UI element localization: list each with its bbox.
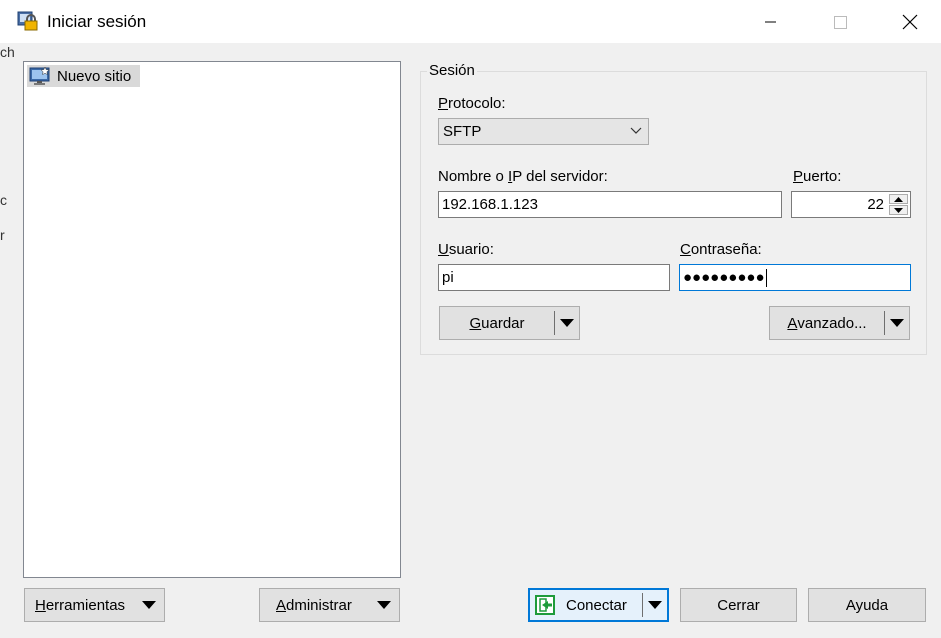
host-label-post: P del servidor: bbox=[512, 168, 608, 185]
close-label: Cerrar bbox=[717, 596, 760, 614]
host-label: Nombre o IP del servidor: bbox=[438, 168, 608, 185]
close-button[interactable]: Cerrar bbox=[680, 588, 797, 622]
login-dialog: Iniciar sesión ch c r Nuevo sitio Sesión bbox=[0, 0, 941, 638]
close-icon bbox=[902, 14, 918, 29]
user-label: Usuario: bbox=[438, 241, 494, 258]
protocol-label-post: rotocolo: bbox=[448, 95, 506, 112]
tools-label-post: erramientas bbox=[45, 596, 126, 614]
maximize-button[interactable] bbox=[817, 0, 863, 43]
host-input[interactable]: 192.168.1.123 bbox=[438, 191, 782, 218]
protocol-label: Protocolo: bbox=[438, 95, 506, 112]
password-label-accel: C bbox=[680, 241, 691, 258]
dropdown-arrow-icon bbox=[648, 601, 662, 609]
connect-icon bbox=[535, 595, 555, 615]
connect-button[interactable]: Conectar bbox=[530, 590, 642, 620]
session-group-title: Sesión bbox=[427, 62, 477, 79]
port-value: 22 bbox=[867, 196, 884, 213]
save-dropdown-button[interactable] bbox=[555, 307, 579, 339]
background-window-fragment: r bbox=[0, 227, 5, 243]
manage-label-accel: A bbox=[276, 596, 287, 614]
triangle-up-icon bbox=[894, 196, 903, 202]
port-label-post: uerto: bbox=[803, 168, 842, 185]
minimize-icon bbox=[765, 21, 776, 22]
save-label-post: uardar bbox=[481, 314, 525, 332]
background-window-fragment: c bbox=[0, 192, 7, 208]
user-label-accel: U bbox=[438, 241, 449, 258]
port-label: Puerto: bbox=[793, 168, 841, 185]
winscp-app-icon bbox=[17, 9, 39, 31]
connect-dropdown-button[interactable] bbox=[643, 590, 667, 620]
user-label-post: suario: bbox=[448, 241, 494, 258]
advanced-label-accel: A bbox=[787, 314, 798, 332]
manage-label-post: dministrar bbox=[286, 596, 352, 614]
protocol-label-accel: P bbox=[438, 95, 449, 112]
connect-split-button[interactable]: Conectar bbox=[528, 588, 669, 622]
site-tree[interactable]: Nuevo sitio bbox=[23, 61, 401, 578]
help-label: Ayuda bbox=[845, 596, 889, 614]
port-stepper[interactable]: 22 bbox=[791, 191, 911, 218]
connect-label: Conectar bbox=[566, 596, 627, 614]
host-label-pre: Nombre o bbox=[438, 168, 509, 185]
save-button[interactable]: Guardar bbox=[440, 307, 554, 339]
password-label-post: ontraseña: bbox=[690, 241, 762, 258]
dropdown-arrow-icon bbox=[377, 601, 391, 609]
save-split-button[interactable]: Guardar bbox=[439, 306, 580, 340]
port-spin-arrows bbox=[889, 194, 908, 215]
maximize-icon bbox=[834, 15, 847, 29]
tools-button[interactable]: Herramientas bbox=[24, 588, 165, 622]
password-masked-value: ●●●●●●●●● bbox=[683, 269, 765, 286]
port-label-accel: P bbox=[793, 168, 804, 185]
window-title: Iniciar sesión bbox=[47, 12, 147, 31]
triangle-down-icon bbox=[894, 207, 903, 213]
title-bar: Iniciar sesión bbox=[0, 0, 941, 43]
dropdown-arrow-icon bbox=[560, 319, 574, 327]
manage-dropdown-arrow bbox=[369, 589, 399, 621]
password-label: Contraseña: bbox=[680, 241, 762, 258]
protocol-value: SFTP bbox=[443, 123, 482, 140]
username-input[interactable]: pi bbox=[438, 264, 670, 291]
port-increment-button[interactable] bbox=[889, 194, 908, 204]
advanced-button[interactable]: Avanzado... bbox=[770, 307, 884, 339]
advanced-dropdown-button[interactable] bbox=[885, 307, 909, 339]
background-window-fragment: ch bbox=[0, 44, 15, 60]
save-label-accel: G bbox=[469, 314, 482, 332]
help-button[interactable]: Ayuda bbox=[808, 588, 926, 622]
tools-label-accel: H bbox=[35, 596, 46, 614]
dropdown-arrow-icon bbox=[142, 601, 156, 609]
tree-item-label: Nuevo sitio bbox=[57, 67, 132, 85]
protocol-select[interactable]: SFTP bbox=[438, 118, 649, 145]
advanced-split-button[interactable]: Avanzado... bbox=[769, 306, 910, 340]
tree-item-new-site[interactable]: Nuevo sitio bbox=[27, 65, 140, 87]
close-window-button[interactable] bbox=[887, 0, 933, 43]
manage-button[interactable]: Administrar bbox=[259, 588, 400, 622]
text-caret bbox=[765, 268, 767, 287]
chevron-down-icon bbox=[630, 127, 642, 134]
minimize-button[interactable] bbox=[748, 0, 794, 43]
tools-dropdown-arrow bbox=[134, 589, 164, 621]
dropdown-arrow-icon bbox=[890, 319, 904, 327]
computer-new-site-icon bbox=[29, 66, 50, 85]
password-input[interactable]: ●●●●●●●●● bbox=[679, 264, 911, 291]
port-decrement-button[interactable] bbox=[889, 205, 908, 215]
advanced-label-post: vanzado... bbox=[797, 314, 867, 332]
